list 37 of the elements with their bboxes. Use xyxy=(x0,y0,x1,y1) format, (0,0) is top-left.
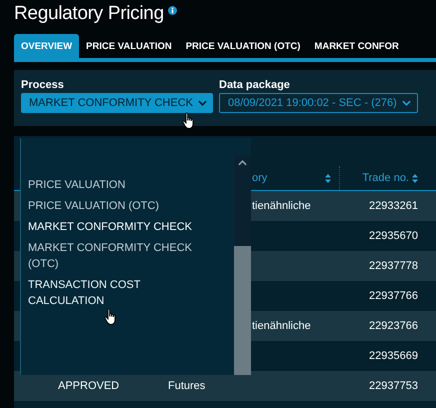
column-header[interactable]: ory xyxy=(252,166,340,190)
table-cell: 22923766 xyxy=(369,320,418,332)
tab[interactable]: OVERVIEW xyxy=(14,34,80,58)
dropdown-option[interactable]: PRICE VALUATION (OTC) xyxy=(28,195,218,216)
column-header[interactable]: Trade no. xyxy=(340,172,426,184)
sort-icon xyxy=(412,174,418,182)
chevron-down-icon xyxy=(198,100,207,106)
tab[interactable]: PRICE VALUATION xyxy=(79,34,179,58)
hand-cursor-icon xyxy=(104,308,118,326)
tab[interactable]: PRICE VALUATION (OTC) xyxy=(178,34,308,58)
dropdown-option[interactable]: MARKET CONFORMITY CHECK xyxy=(28,216,218,237)
table-cell: 22937753 xyxy=(369,380,418,392)
data-package-label: Data package xyxy=(219,79,291,91)
data-package-dropdown[interactable]: 08/09/2021 19:00:02 - SEC - (276) xyxy=(219,93,418,113)
table-cell: 22937778 xyxy=(369,260,418,272)
page-title: Regulatory Pricing xyxy=(14,3,164,25)
process-label: Process xyxy=(21,79,65,91)
dropdown-option[interactable]: MARKET CONFORMITY CHECK (OTC) xyxy=(28,237,218,274)
table-cell: APPROVED xyxy=(58,380,120,392)
table-cell: 22935669 xyxy=(369,350,418,362)
table-cell: tienähnliche xyxy=(252,320,311,332)
table-cell: 22935670 xyxy=(369,230,418,242)
dropdown-option[interactable]: TRANSACTION COST CALCULATION xyxy=(28,274,218,311)
table-cell: tienähnliche xyxy=(252,200,311,212)
hand-cursor-icon xyxy=(182,112,196,130)
scroll-up-icon[interactable] xyxy=(238,160,247,166)
tab[interactable]: MARKET CONFOR xyxy=(307,34,406,58)
chevron-down-icon xyxy=(402,100,411,106)
sort-icon xyxy=(325,174,331,182)
info-icon[interactable] xyxy=(168,6,177,15)
scrollbar-thumb[interactable] xyxy=(234,246,251,375)
table-cell: 22937766 xyxy=(369,290,418,302)
dropdown-option[interactable]: PRICE VALUATION xyxy=(28,174,218,195)
scrollbar[interactable] xyxy=(234,155,251,375)
table-cell: 22933261 xyxy=(369,200,418,212)
table-cell: Futures xyxy=(168,380,206,392)
process-dropdown[interactable]: MARKET CONFORMITY CHECK xyxy=(21,93,213,113)
